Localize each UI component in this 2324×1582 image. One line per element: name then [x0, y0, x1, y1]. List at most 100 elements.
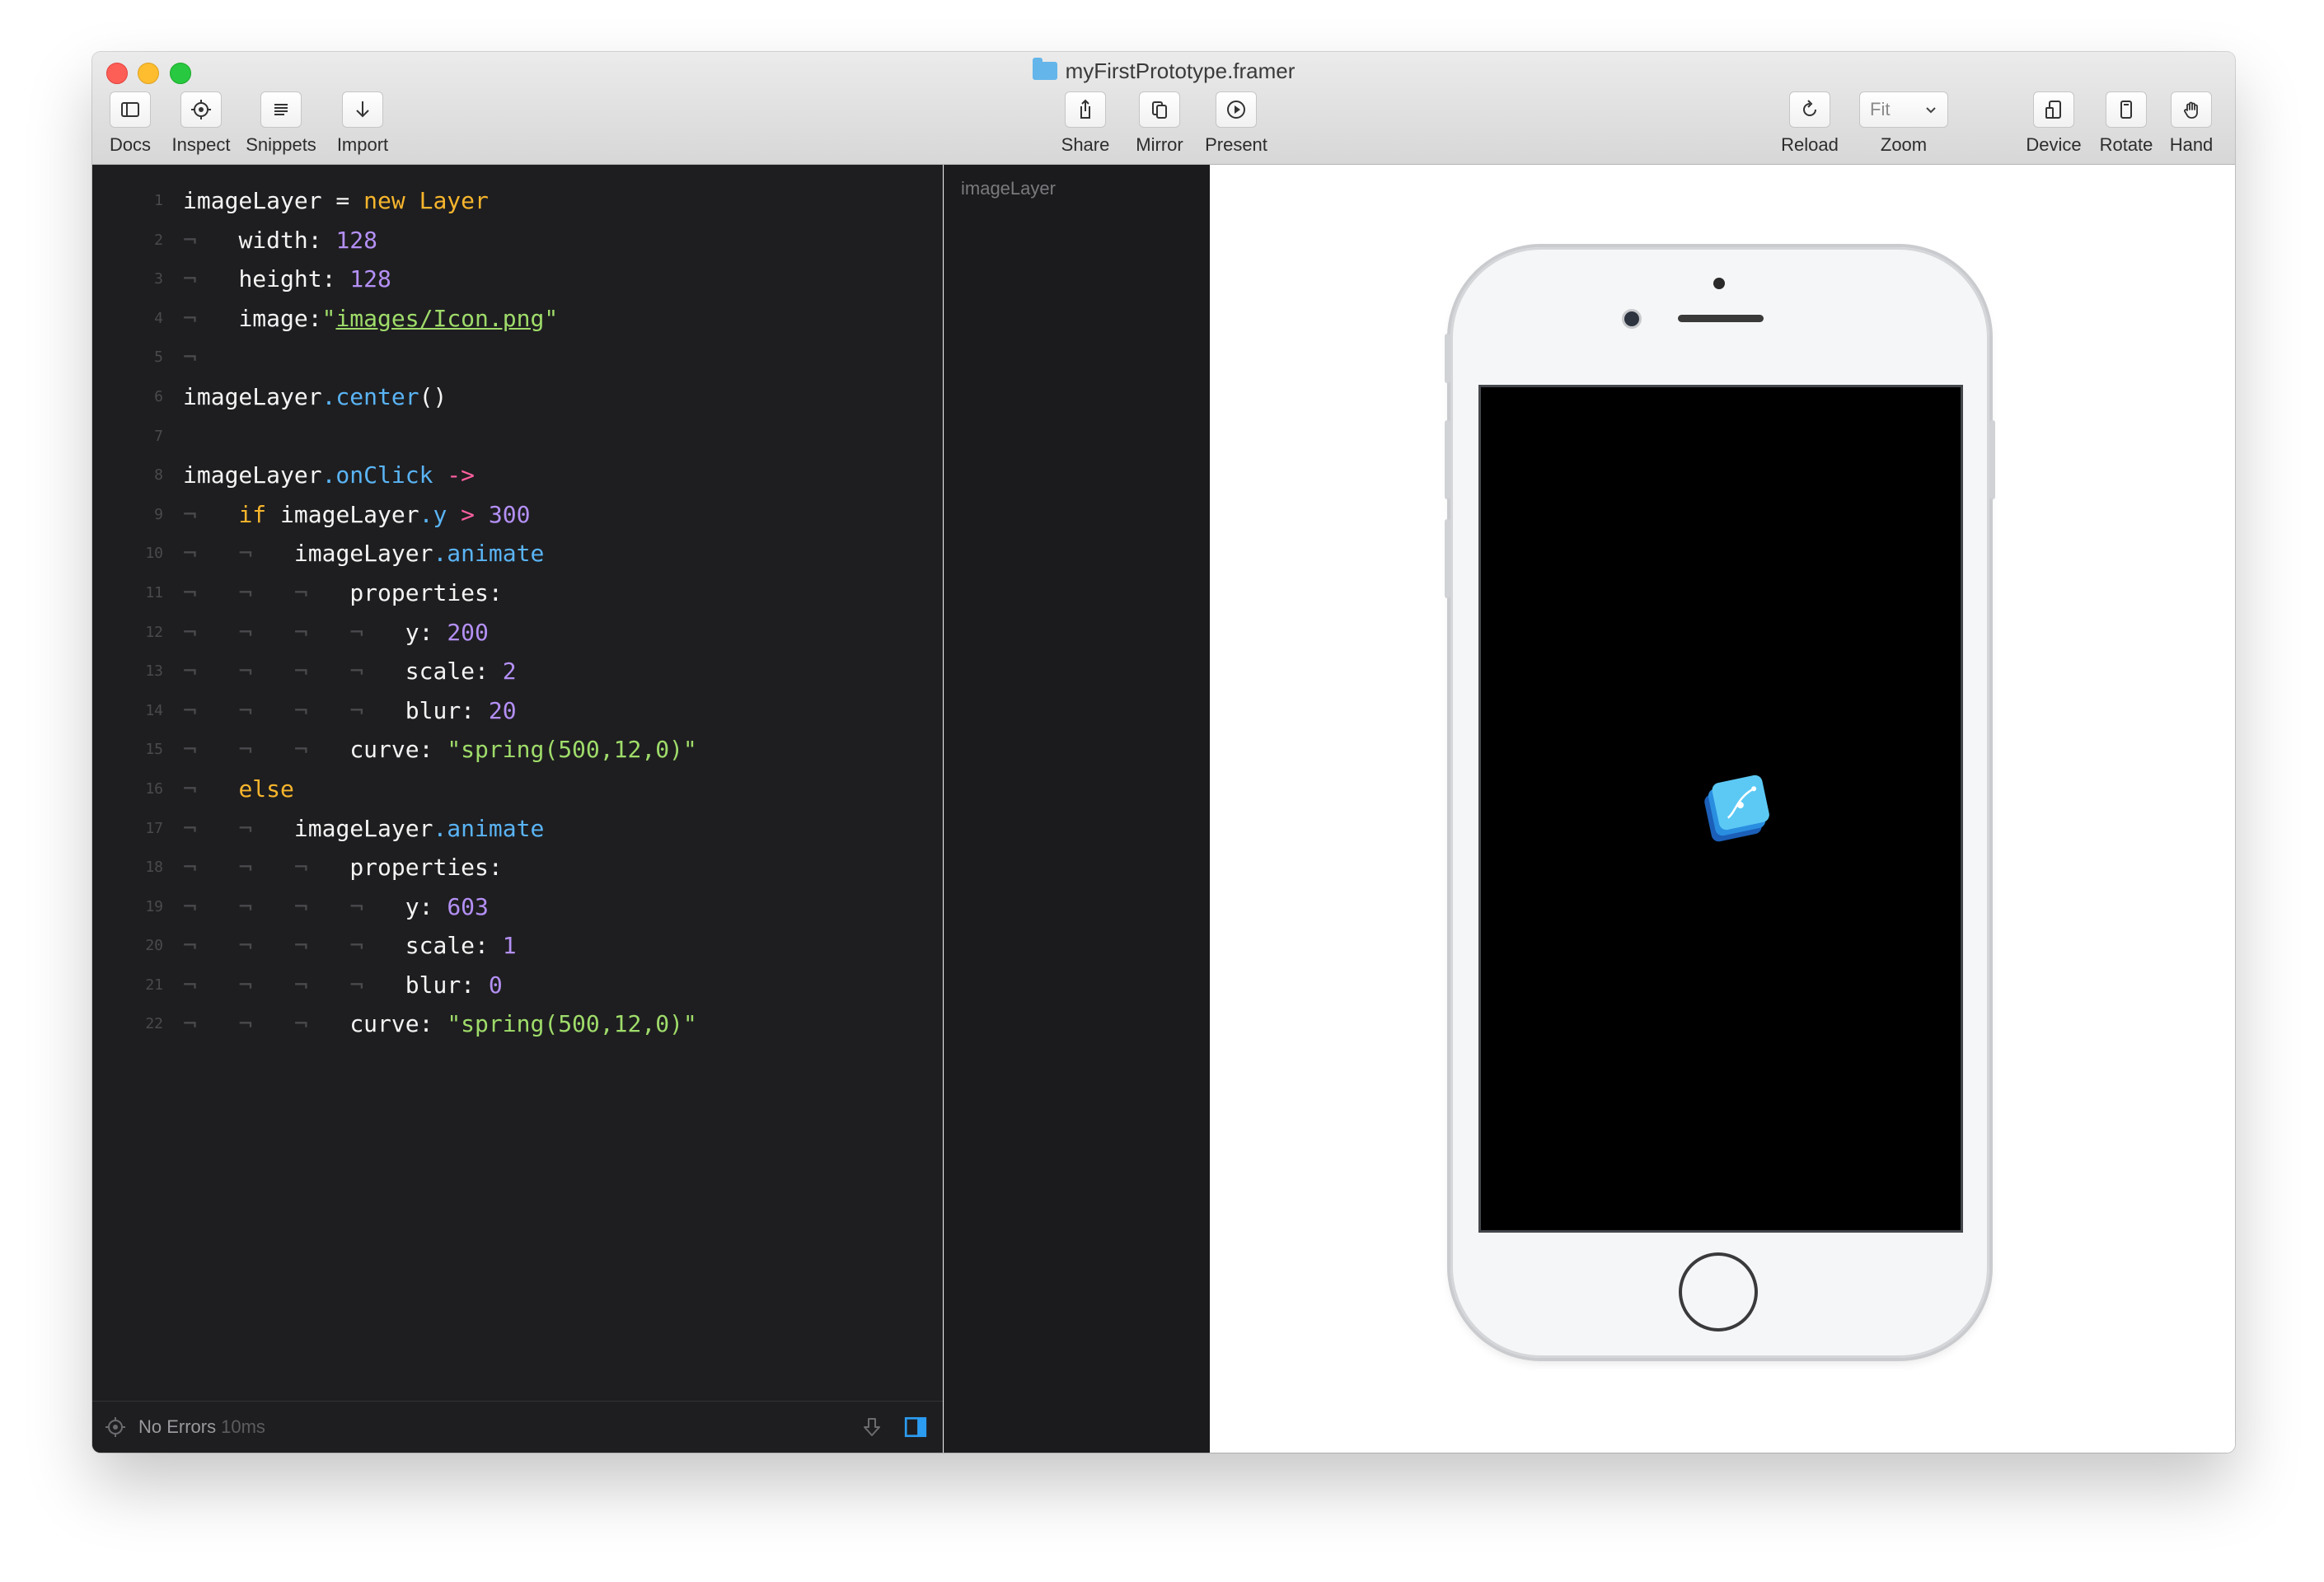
- volume-up-button: [1445, 420, 1450, 499]
- import-label: Import: [336, 134, 389, 155]
- code-token: ->: [447, 461, 476, 489]
- code-line[interactable]: 16 ¬ else: [92, 770, 943, 809]
- front-camera: [1624, 311, 1639, 326]
- code-token: 20: [488, 696, 517, 724]
- code-token: width:: [238, 226, 322, 254]
- code-line[interactable]: 5 ¬: [92, 338, 943, 377]
- import-button[interactable]: Import: [331, 91, 394, 156]
- code-line[interactable]: 20 ¬ ¬ ¬ ¬ scale: 1: [92, 926, 943, 966]
- hand-icon: [2184, 101, 2198, 119]
- panel-toggle-icon[interactable]: [903, 1415, 928, 1439]
- reload-button[interactable]: Reload: [1777, 91, 1843, 156]
- indent-marker: ¬: [349, 618, 364, 646]
- code-token: new: [363, 187, 405, 214]
- zoom-select[interactable]: Fit: [1859, 91, 1948, 128]
- indent-marker: ¬: [293, 854, 308, 882]
- crosshair-icon: [191, 100, 211, 119]
- rotate-button[interactable]: Rotate: [2093, 91, 2159, 156]
- indent-marker: ¬: [238, 578, 253, 606]
- mirror-icon: [1152, 101, 1167, 119]
- power-button: [1989, 420, 1995, 499]
- crosshair-icon[interactable]: [104, 1416, 127, 1439]
- indent-marker: ¬: [183, 736, 197, 764]
- snippets-button-box[interactable]: [260, 91, 302, 128]
- code-line[interactable]: 19 ¬ ¬ ¬ ¬ y: 603: [92, 887, 943, 927]
- indent-marker: ¬: [183, 265, 197, 293]
- mirror-button[interactable]: Mirror: [1127, 91, 1192, 156]
- line-number: 21: [145, 976, 163, 994]
- code-token: imageLayer: [183, 382, 322, 410]
- import-button-box[interactable]: [342, 91, 383, 128]
- image-path-link[interactable]: images/Icon.png: [335, 305, 544, 332]
- code-line[interactable]: 4 ¬ image:"images/Icon.png": [92, 299, 943, 339]
- window-title: myFirstPrototype.framer: [92, 58, 2235, 84]
- inspect-button-box[interactable]: [180, 91, 222, 128]
- code-line[interactable]: 13 ¬ ¬ ¬ ¬ scale: 2: [92, 652, 943, 691]
- code-editor[interactable]: 1 imageLayer = new Layer 2 ¬ width: 128 3 ¬…: [92, 165, 943, 1453]
- code-line[interactable]: 18 ¬ ¬ ¬ properties:: [92, 848, 943, 887]
- indent-marker: ¬: [238, 696, 253, 724]
- present-button[interactable]: Present: [1197, 91, 1275, 156]
- code-token: 300: [488, 500, 531, 528]
- layer-item-imagelayer[interactable]: imageLayer: [961, 178, 1056, 199]
- code-line[interactable]: 6 imageLayer.center(): [92, 377, 943, 417]
- download-arrow-icon[interactable]: [860, 1416, 883, 1439]
- home-button[interactable]: [1679, 1252, 1758, 1332]
- indent-marker: ¬: [238, 892, 253, 920]
- hand-button-box[interactable]: [2171, 91, 2212, 128]
- code-token: Layer: [419, 187, 489, 214]
- code-line[interactable]: 3 ¬ height: 128: [92, 260, 943, 299]
- mirror-button-box[interactable]: [1139, 91, 1180, 128]
- device-button-box[interactable]: [2033, 91, 2074, 128]
- snippets-label: Snippets: [246, 134, 316, 155]
- app-window: myFirstPrototype.framer Docs Inspect Sni…: [92, 52, 2235, 1453]
- code-line[interactable]: 2 ¬ width: 128: [92, 221, 943, 260]
- code-line[interactable]: 21 ¬ ¬ ¬ ¬ blur: 0: [92, 966, 943, 1005]
- code-area[interactable]: 1 imageLayer = new Layer 2 ¬ width: 128 3 ¬…: [92, 181, 943, 1044]
- reload-button-box[interactable]: [1789, 91, 1830, 128]
- line-number: 17: [145, 819, 163, 837]
- zoom-control[interactable]: Fit Zoom: [1854, 91, 1953, 156]
- code-line[interactable]: 15 ¬ ¬ ¬ curve: "spring(500,12,0)": [92, 730, 943, 770]
- code-line[interactable]: 10 ¬ ¬ imageLayer.animate: [92, 534, 943, 573]
- rotate-button-box[interactable]: [2106, 91, 2147, 128]
- device-screen[interactable]: [1478, 385, 1963, 1233]
- code-line[interactable]: 8 imageLayer.onClick ->: [92, 456, 943, 495]
- hand-button[interactable]: Hand: [2162, 91, 2220, 156]
- line-number: 15: [145, 741, 163, 759]
- indent-marker: ¬: [293, 971, 308, 999]
- framer-app-icon[interactable]: [1700, 773, 1774, 847]
- code-line[interactable]: 9 ¬ if imageLayer.y > 300: [92, 495, 943, 535]
- code-line[interactable]: 17 ¬ ¬ imageLayer.animate: [92, 809, 943, 849]
- inspect-button[interactable]: Inspect: [168, 91, 234, 156]
- indent-marker: ¬: [293, 658, 308, 686]
- code-line[interactable]: 1 imageLayer = new Layer: [92, 181, 943, 221]
- code-token: if: [238, 500, 267, 528]
- share-button-box[interactable]: [1065, 91, 1106, 128]
- code-token: imageLayer: [293, 540, 433, 568]
- code-token: curve:: [349, 736, 433, 764]
- indent-marker: ¬: [183, 971, 197, 999]
- device-button[interactable]: Device: [2021, 91, 2087, 156]
- snippets-button[interactable]: Snippets: [241, 91, 321, 156]
- code-token: y:: [405, 618, 433, 646]
- present-button-box[interactable]: [1216, 91, 1257, 128]
- docs-button-box[interactable]: [110, 91, 151, 128]
- code-line[interactable]: 12 ¬ ¬ ¬ ¬ y: 200: [92, 613, 943, 653]
- indent-marker: ¬: [183, 658, 197, 686]
- code-token: imageLayer: [266, 500, 419, 528]
- folder-icon: [1032, 58, 1057, 80]
- code-token: .animate: [433, 540, 545, 568]
- code-line[interactable]: 11 ¬ ¬ ¬ properties:: [92, 573, 943, 613]
- code-token: 0: [488, 971, 503, 999]
- code-line[interactable]: 7: [92, 417, 943, 456]
- share-button[interactable]: Share: [1054, 91, 1117, 156]
- code-line[interactable]: 14 ¬ ¬ ¬ ¬ blur: 20: [92, 691, 943, 731]
- inspect-label: Inspect: [171, 134, 231, 155]
- code-line[interactable]: 22 ¬ ¬ ¬ curve: "spring(500,12,0)": [92, 1004, 943, 1044]
- indent-marker: ¬: [293, 618, 308, 646]
- code-token: .animate: [433, 814, 545, 842]
- docs-button[interactable]: Docs: [99, 91, 162, 156]
- iphone-device-frame: [1445, 247, 1995, 1358]
